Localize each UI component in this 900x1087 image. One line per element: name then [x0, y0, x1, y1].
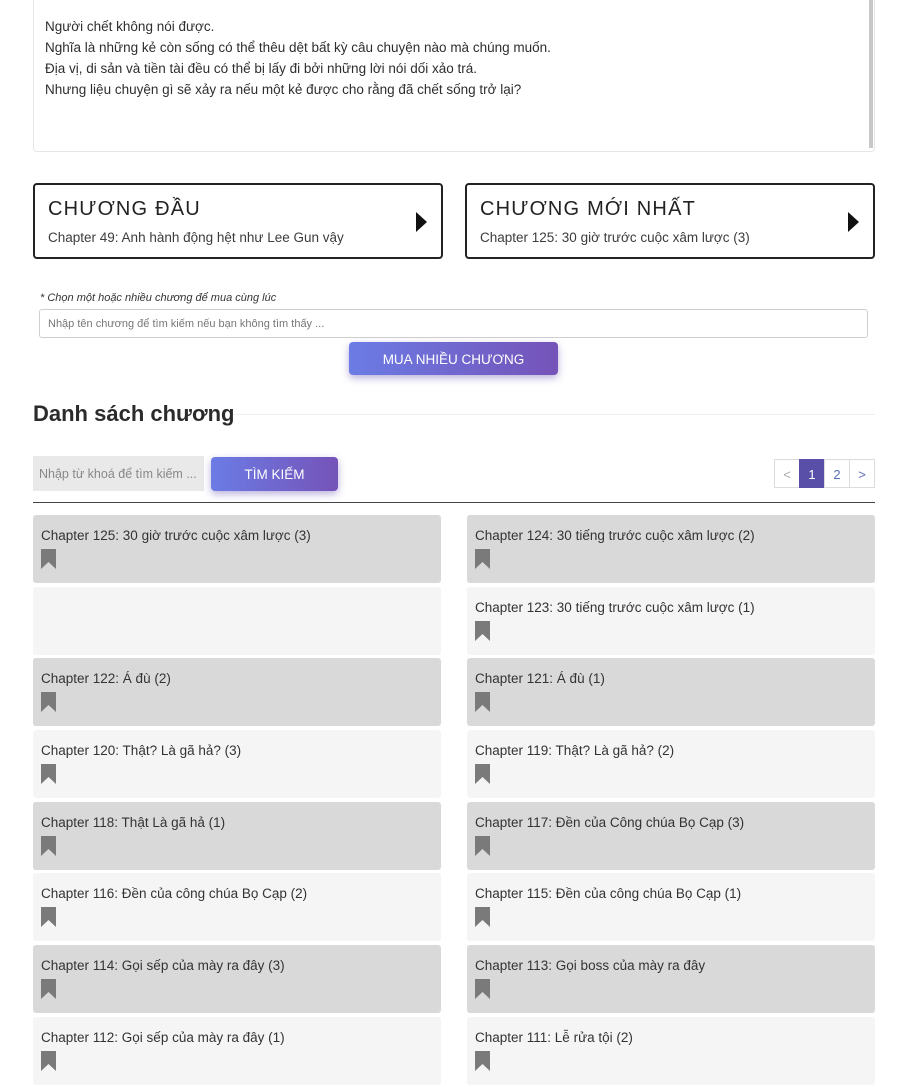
chapter-item[interactable]: Chapter 123: 30 tiếng trước cuộc xâm lượ… — [467, 587, 875, 655]
first-chapter-name: Chapter 49: Anh hành động hệt như Lee Gu… — [48, 230, 344, 245]
bookmark-icon[interactable] — [475, 549, 490, 569]
chapter-item[interactable]: Chapter 114: Gọi sếp của mày ra đây (3) — [33, 945, 441, 1013]
chapter-title: Chapter 119: Thật? Là gã hả? (2) — [475, 743, 675, 758]
bookmark-icon[interactable] — [475, 692, 490, 712]
chapter-title: Chapter 125: 30 giờ trước cuộc xâm lược … — [41, 528, 311, 543]
chapter-title: Chapter 114: Gọi sếp của mày ra đây (3) — [41, 958, 285, 973]
chapter-item[interactable]: Chapter 121: Á đù (1) — [467, 658, 875, 726]
chapter-item[interactable]: Chapter 113: Gọi boss của mày ra đây — [467, 945, 875, 1013]
chapter-title: Chapter 118: Thật Là gã hả (1) — [41, 815, 226, 830]
bookmark-icon[interactable] — [41, 836, 56, 856]
play-arrow-icon — [848, 212, 859, 232]
bookmark-icon[interactable] — [475, 836, 490, 856]
chapter-item[interactable]: Chapter 118: Thật Là gã hả (1) — [33, 802, 441, 870]
search-button[interactable]: TÌM KIẾM — [211, 457, 338, 491]
first-chapter-heading: CHƯƠNG ĐẦU — [48, 198, 201, 220]
bookmark-icon[interactable] — [41, 692, 56, 712]
description-line: Nhưng liệu chuyện gì sẽ xảy ra nếu một k… — [45, 82, 522, 97]
chapter-title: Chapter 115: Đền của công chúa Bọ Cạp (1… — [475, 886, 742, 901]
play-arrow-icon — [416, 212, 427, 232]
description-scrollbar[interactable] — [869, 0, 873, 148]
chapter-item[interactable]: Chapter 124: 30 tiếng trước cuộc xâm lượ… — [467, 515, 875, 583]
bookmark-icon[interactable] — [41, 764, 56, 784]
bulk-buy-hint: * Chọn một hoặc nhiều chương để mua cùng… — [40, 292, 277, 304]
latest-chapter-card[interactable]: CHƯƠNG MỚI NHẤT Chapter 125: 30 giờ trướ… — [465, 183, 875, 259]
chapter-item[interactable]: Chapter 117: Đền của Công chúa Bọ Cạp (3… — [467, 802, 875, 870]
description-line: Nghĩa là những kẻ còn sống có thể thêu d… — [45, 40, 551, 55]
bookmark-icon[interactable] — [475, 621, 490, 641]
story-description: Người chết không nói được. Nghĩa là nhữn… — [33, 0, 875, 152]
page-2-button[interactable]: 2 — [824, 459, 850, 488]
bookmark-icon[interactable] — [475, 979, 490, 999]
bookmark-icon[interactable] — [475, 1051, 490, 1071]
prev-page-button[interactable]: < — [774, 459, 800, 488]
chapter-item[interactable]: Chapter 122: Á đù (2) — [33, 658, 441, 726]
latest-chapter-heading: CHƯƠNG MỚI NHẤT — [480, 198, 697, 220]
description-line: Địa vị, di sản và tiền tài đều có thể bị… — [45, 61, 477, 76]
page-1-button[interactable]: 1 — [799, 459, 825, 488]
chapter-item[interactable]: Chapter 111: Lễ rửa tội (2) — [467, 1017, 875, 1085]
chapter-title: Chapter 111: Lễ rửa tội (2) — [475, 1030, 633, 1045]
chapter-item[interactable]: Chapter 116: Đền của công chúa Bọ Cạp (2… — [33, 873, 441, 941]
chapter-title: Chapter 122: Á đù (2) — [41, 671, 171, 686]
pagination: < 1 2 > — [774, 459, 875, 488]
bookmark-icon[interactable] — [41, 907, 56, 927]
bookmark-icon[interactable] — [41, 979, 56, 999]
chapter-item[interactable]: Chapter 125: 30 giờ trước cuộc xâm lược … — [33, 515, 441, 583]
chapter-title: Chapter 113: Gọi boss của mày ra đây — [475, 958, 706, 973]
chapter-item[interactable]: Chapter 112: Gọi sếp của mày ra đây (1) — [33, 1017, 441, 1085]
chapter-title: Chapter 121: Á đù (1) — [475, 671, 605, 686]
list-divider — [33, 502, 875, 503]
chapter-name-search-input[interactable] — [39, 309, 868, 338]
bookmark-icon[interactable] — [41, 1051, 56, 1071]
bookmark-icon[interactable] — [41, 549, 56, 569]
first-chapter-card[interactable]: CHƯƠNG ĐẦU Chapter 49: Anh hành động hệt… — [33, 183, 443, 259]
chapter-list-title: Danh sách chương — [33, 401, 235, 426]
chapter-title: Chapter 123: 30 tiếng trước cuộc xâm lượ… — [475, 600, 755, 615]
bookmark-icon[interactable] — [475, 764, 490, 784]
chapter-title: Chapter 112: Gọi sếp của mày ra đây (1) — [41, 1030, 285, 1045]
bookmark-icon[interactable] — [475, 907, 490, 927]
chapter-title: Chapter 124: 30 tiếng trước cuộc xâm lượ… — [475, 528, 755, 543]
keyword-search-input[interactable] — [33, 456, 204, 491]
chapter-item[interactable]: Chapter 120: Thật? Là gã hả? (3) — [33, 730, 441, 798]
latest-chapter-name: Chapter 125: 30 giờ trước cuộc xâm lược … — [480, 230, 750, 245]
chapter-item-empty — [33, 587, 441, 655]
chapter-title: Chapter 120: Thật? Là gã hả? (3) — [41, 743, 242, 758]
buy-multiple-chapters-button[interactable]: MUA NHIỀU CHƯƠNG — [349, 342, 558, 375]
chapter-title: Chapter 116: Đền của công chúa Bọ Cạp (2… — [41, 886, 308, 901]
description-line: Người chết không nói được. — [45, 19, 215, 34]
chapter-title: Chapter 117: Đền của Công chúa Bọ Cạp (3… — [475, 815, 745, 830]
title-divider — [233, 414, 875, 415]
chapter-item[interactable]: Chapter 119: Thật? Là gã hả? (2) — [467, 730, 875, 798]
chapter-item[interactable]: Chapter 115: Đền của công chúa Bọ Cạp (1… — [467, 873, 875, 941]
next-page-button[interactable]: > — [849, 459, 875, 488]
